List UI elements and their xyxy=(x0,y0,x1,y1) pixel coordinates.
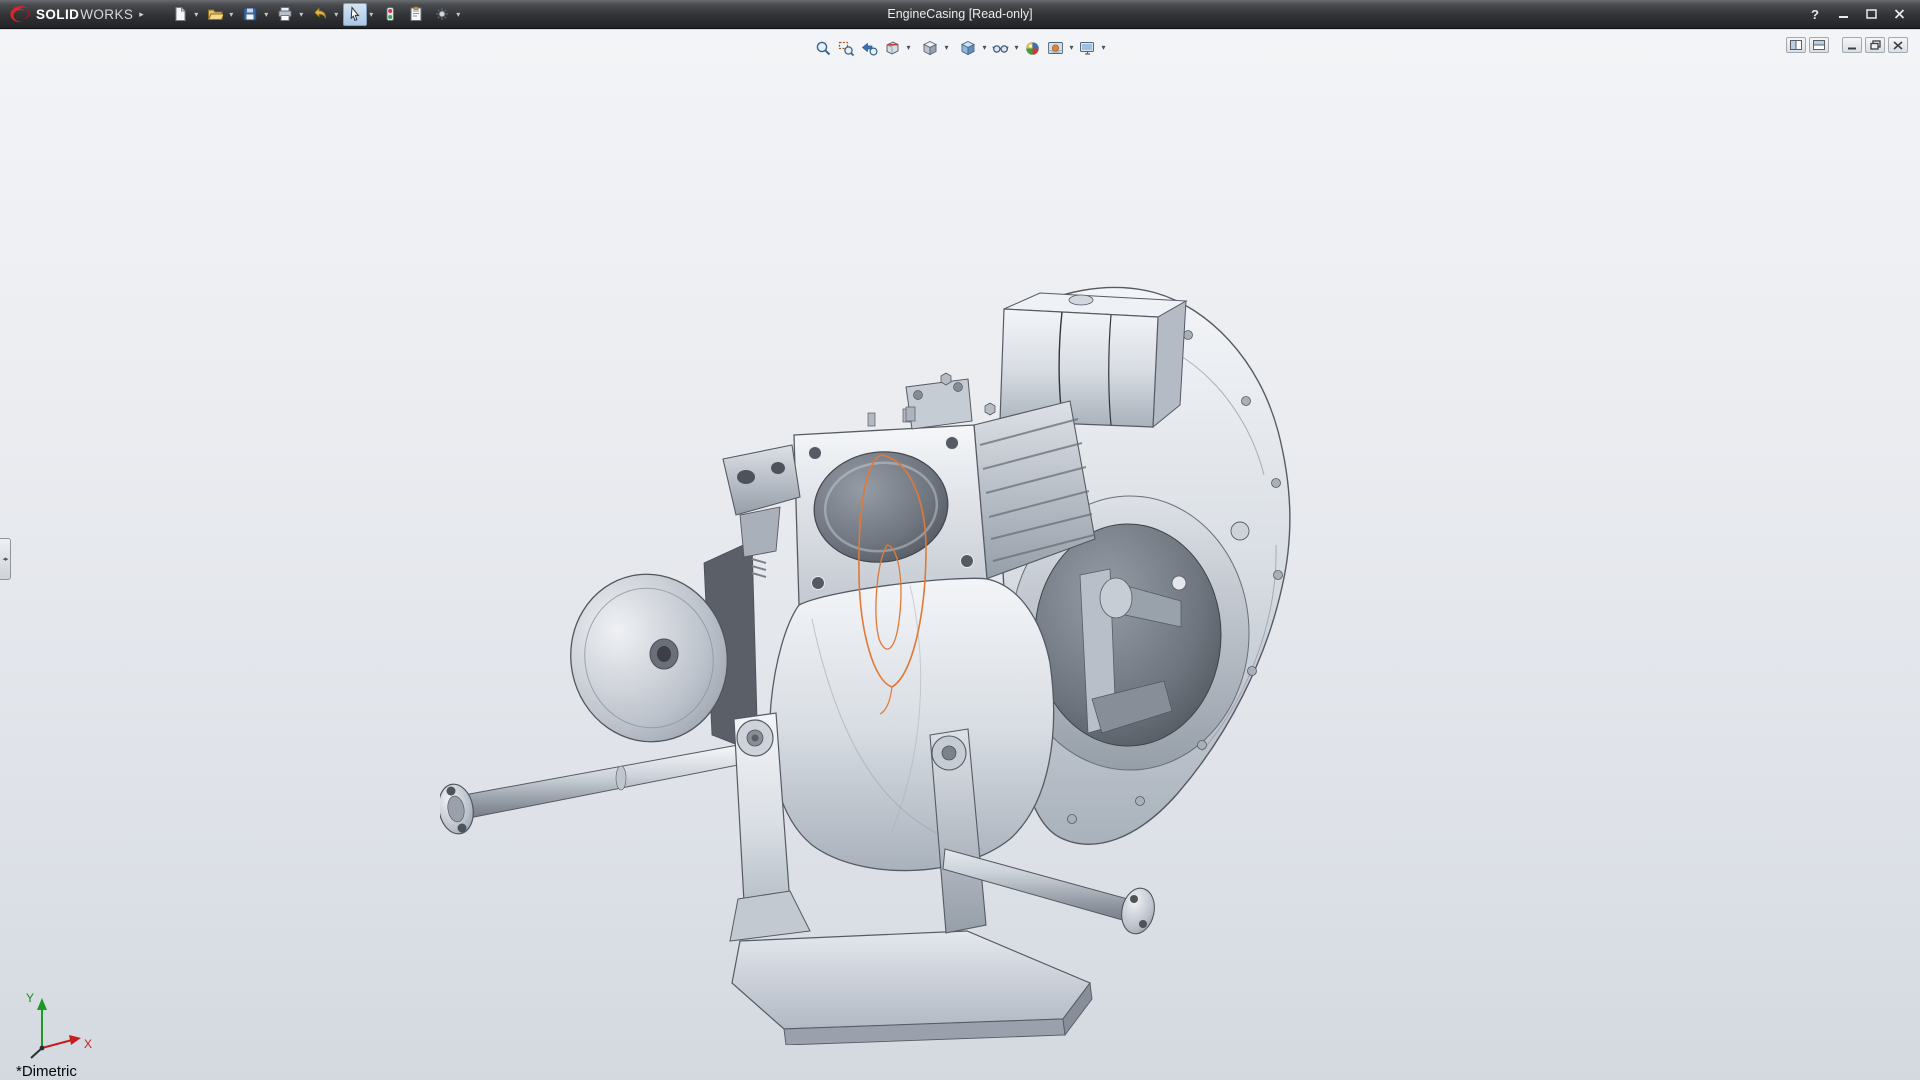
panel-splitter-handle[interactable]: ◂▸ xyxy=(0,538,11,580)
tile-vertical-icon xyxy=(1790,40,1802,50)
print-dropdown-arrow[interactable]: ▾ xyxy=(297,3,306,26)
section-view-button[interactable] xyxy=(881,37,904,59)
select-cursor-icon xyxy=(347,6,363,22)
apply-scene-button[interactable] xyxy=(1044,37,1067,59)
previous-view-icon xyxy=(861,40,878,57)
rebuild-button[interactable] xyxy=(378,3,402,26)
hide-show-items-button[interactable] xyxy=(989,37,1012,59)
minimize-icon xyxy=(1838,9,1849,19)
brand-text-bold: SOLID xyxy=(36,7,79,22)
doc-restore-icon xyxy=(1870,40,1881,50)
titlebar: SOLID WORKS ▸ ▾ ▾ xyxy=(0,0,1920,29)
edit-appearance-ball-icon xyxy=(1024,40,1041,57)
select-dropdown-arrow[interactable]: ▾ xyxy=(367,3,376,26)
rebuild-traffic-light-icon xyxy=(382,6,398,22)
mount-rod-left xyxy=(440,745,738,837)
display-style-dropdown-arrow[interactable]: ▾ xyxy=(980,37,989,59)
save-floppy-icon xyxy=(242,6,258,22)
previous-view-button[interactable] xyxy=(858,37,881,59)
triad-x-label: X xyxy=(84,1037,92,1051)
edit-appearance-button[interactable] xyxy=(1021,37,1044,59)
undo-arrow-icon xyxy=(312,6,328,22)
zoom-to-fit-icon xyxy=(815,40,832,57)
new-document-dropdown-arrow[interactable]: ▾ xyxy=(192,3,201,26)
view-orientation-button[interactable] xyxy=(919,37,942,59)
hide-show-items-dropdown-arrow[interactable]: ▾ xyxy=(1012,37,1021,59)
open-dropdown-arrow[interactable]: ▾ xyxy=(227,3,236,26)
flywheel-cover xyxy=(555,541,758,756)
tile-horizontal-icon xyxy=(1813,40,1825,50)
open-button[interactable] xyxy=(203,3,227,26)
solidworks-logo-icon xyxy=(8,5,32,24)
maximize-button[interactable] xyxy=(1858,5,1884,24)
new-document-button[interactable] xyxy=(168,3,192,26)
menu-flyout-arrow-icon[interactable]: ▸ xyxy=(139,9,144,20)
options-dropdown-arrow[interactable]: ▾ xyxy=(454,3,463,26)
top-fittings xyxy=(906,373,995,429)
solidworks-logo[interactable]: SOLID WORKS xyxy=(0,0,137,28)
display-style-icon xyxy=(960,40,977,57)
triad-y-arrow xyxy=(37,998,47,1010)
doc-minimize-icon xyxy=(1847,41,1857,50)
view-settings-button[interactable] xyxy=(1076,37,1099,59)
minimize-button[interactable] xyxy=(1830,5,1856,24)
print-icon xyxy=(277,6,293,22)
tile-vertical-button[interactable] xyxy=(1786,37,1806,53)
help-glyph: ? xyxy=(1811,7,1819,22)
graphics-viewport[interactable]: ▾ ▾ ▾ xyxy=(0,30,1920,1080)
select-button[interactable] xyxy=(343,3,367,26)
brand-text-light: WORKS xyxy=(80,7,133,22)
intake-airbox xyxy=(1000,293,1186,427)
doc-minimize-button[interactable] xyxy=(1842,37,1862,53)
section-view-icon xyxy=(884,40,901,57)
new-document-icon xyxy=(172,6,188,22)
view-settings-dropdown-arrow[interactable]: ▾ xyxy=(1099,37,1108,59)
open-folder-icon xyxy=(207,6,223,22)
undo-button[interactable] xyxy=(308,3,332,26)
triad-x-arrow xyxy=(69,1035,81,1045)
apply-scene-icon xyxy=(1047,40,1064,57)
crankcase-body xyxy=(770,578,1054,870)
view-orientation-cube-icon xyxy=(922,40,939,57)
help-button[interactable]: ? xyxy=(1802,5,1828,24)
apply-scene-dropdown-arrow[interactable]: ▾ xyxy=(1067,37,1076,59)
tile-horizontal-button[interactable] xyxy=(1809,37,1829,53)
triad-origin xyxy=(40,1046,45,1051)
view-orientation-dropdown-arrow[interactable]: ▾ xyxy=(942,37,951,59)
engine-casing-model[interactable] xyxy=(440,283,1320,1045)
file-properties-icon xyxy=(408,6,424,22)
doc-close-button[interactable] xyxy=(1888,37,1908,53)
window-controls: ? xyxy=(1802,5,1920,24)
headsup-view-toolbar: ▾ ▾ ▾ xyxy=(812,37,1108,59)
display-style-button[interactable] xyxy=(957,37,980,59)
splitter-arrows-icon: ◂▸ xyxy=(2,555,7,563)
section-view-dropdown-arrow[interactable]: ▾ xyxy=(904,37,913,59)
maximize-icon xyxy=(1866,9,1877,19)
undo-dropdown-arrow[interactable]: ▾ xyxy=(332,3,341,26)
window-title: EngineCasing [Read-only] xyxy=(887,0,1032,29)
doc-restore-button[interactable] xyxy=(1865,37,1885,53)
doc-close-icon xyxy=(1893,41,1903,50)
close-button[interactable] xyxy=(1886,5,1912,24)
orientation-triad: Y X xyxy=(18,988,102,1070)
close-icon xyxy=(1894,9,1905,19)
options-button[interactable] xyxy=(430,3,454,26)
save-dropdown-arrow[interactable]: ▾ xyxy=(262,3,271,26)
file-properties-button[interactable] xyxy=(404,3,428,26)
triad-y-label: Y xyxy=(26,991,34,1005)
hide-show-glasses-icon xyxy=(992,40,1009,57)
solidworks-window: SOLID WORKS ▸ ▾ ▾ xyxy=(0,0,1920,1080)
zoom-to-area-button[interactable] xyxy=(835,37,858,59)
print-button[interactable] xyxy=(273,3,297,26)
zoom-to-fit-button[interactable] xyxy=(812,37,835,59)
options-gear-icon xyxy=(434,6,450,22)
save-button[interactable] xyxy=(238,3,262,26)
zoom-to-area-icon xyxy=(838,40,855,57)
view-orientation-label: *Dimetric xyxy=(16,1063,77,1080)
document-window-controls xyxy=(1786,37,1908,53)
view-settings-icon xyxy=(1079,40,1096,57)
menubar-toolbar: ▾ ▾ ▾ xyxy=(168,3,465,26)
